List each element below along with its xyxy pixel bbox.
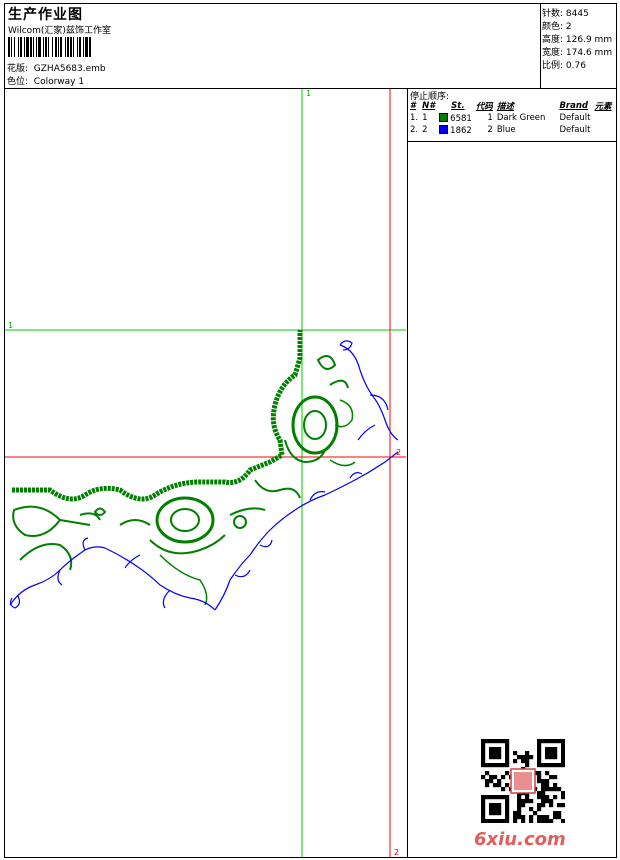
paisley-core: [170, 508, 200, 532]
dot-motif: [233, 515, 247, 529]
green-design: [12, 330, 356, 606]
embroidery-canvas: 1 1 2 2: [5, 89, 406, 857]
outline-vine: [214, 509, 296, 611]
medallion-motif: [291, 395, 339, 455]
curl: [57, 537, 89, 586]
motif: [12, 505, 62, 537]
medallion-core: [303, 410, 327, 440]
heart-motif: [93, 507, 107, 516]
motif: [119, 519, 151, 526]
motif: [149, 534, 226, 555]
curl: [309, 472, 363, 501]
motif: [316, 355, 349, 389]
vine: [159, 554, 208, 606]
curl: [234, 539, 273, 578]
marker-green-left: 1: [8, 321, 13, 330]
satin-border: [12, 330, 303, 502]
marker-red-bottom: 2: [394, 848, 399, 857]
motif: [254, 479, 301, 499]
motif: [59, 512, 101, 526]
vine: [329, 459, 356, 467]
watermark: 6xiu.com: [474, 829, 566, 850]
marker-red-right: 2: [396, 448, 401, 457]
paisley-motif: [155, 496, 215, 544]
outline-vine: [339, 344, 399, 441]
marker-green-top: 1: [306, 89, 311, 98]
motif: [229, 507, 266, 516]
qr-code: [481, 739, 565, 823]
